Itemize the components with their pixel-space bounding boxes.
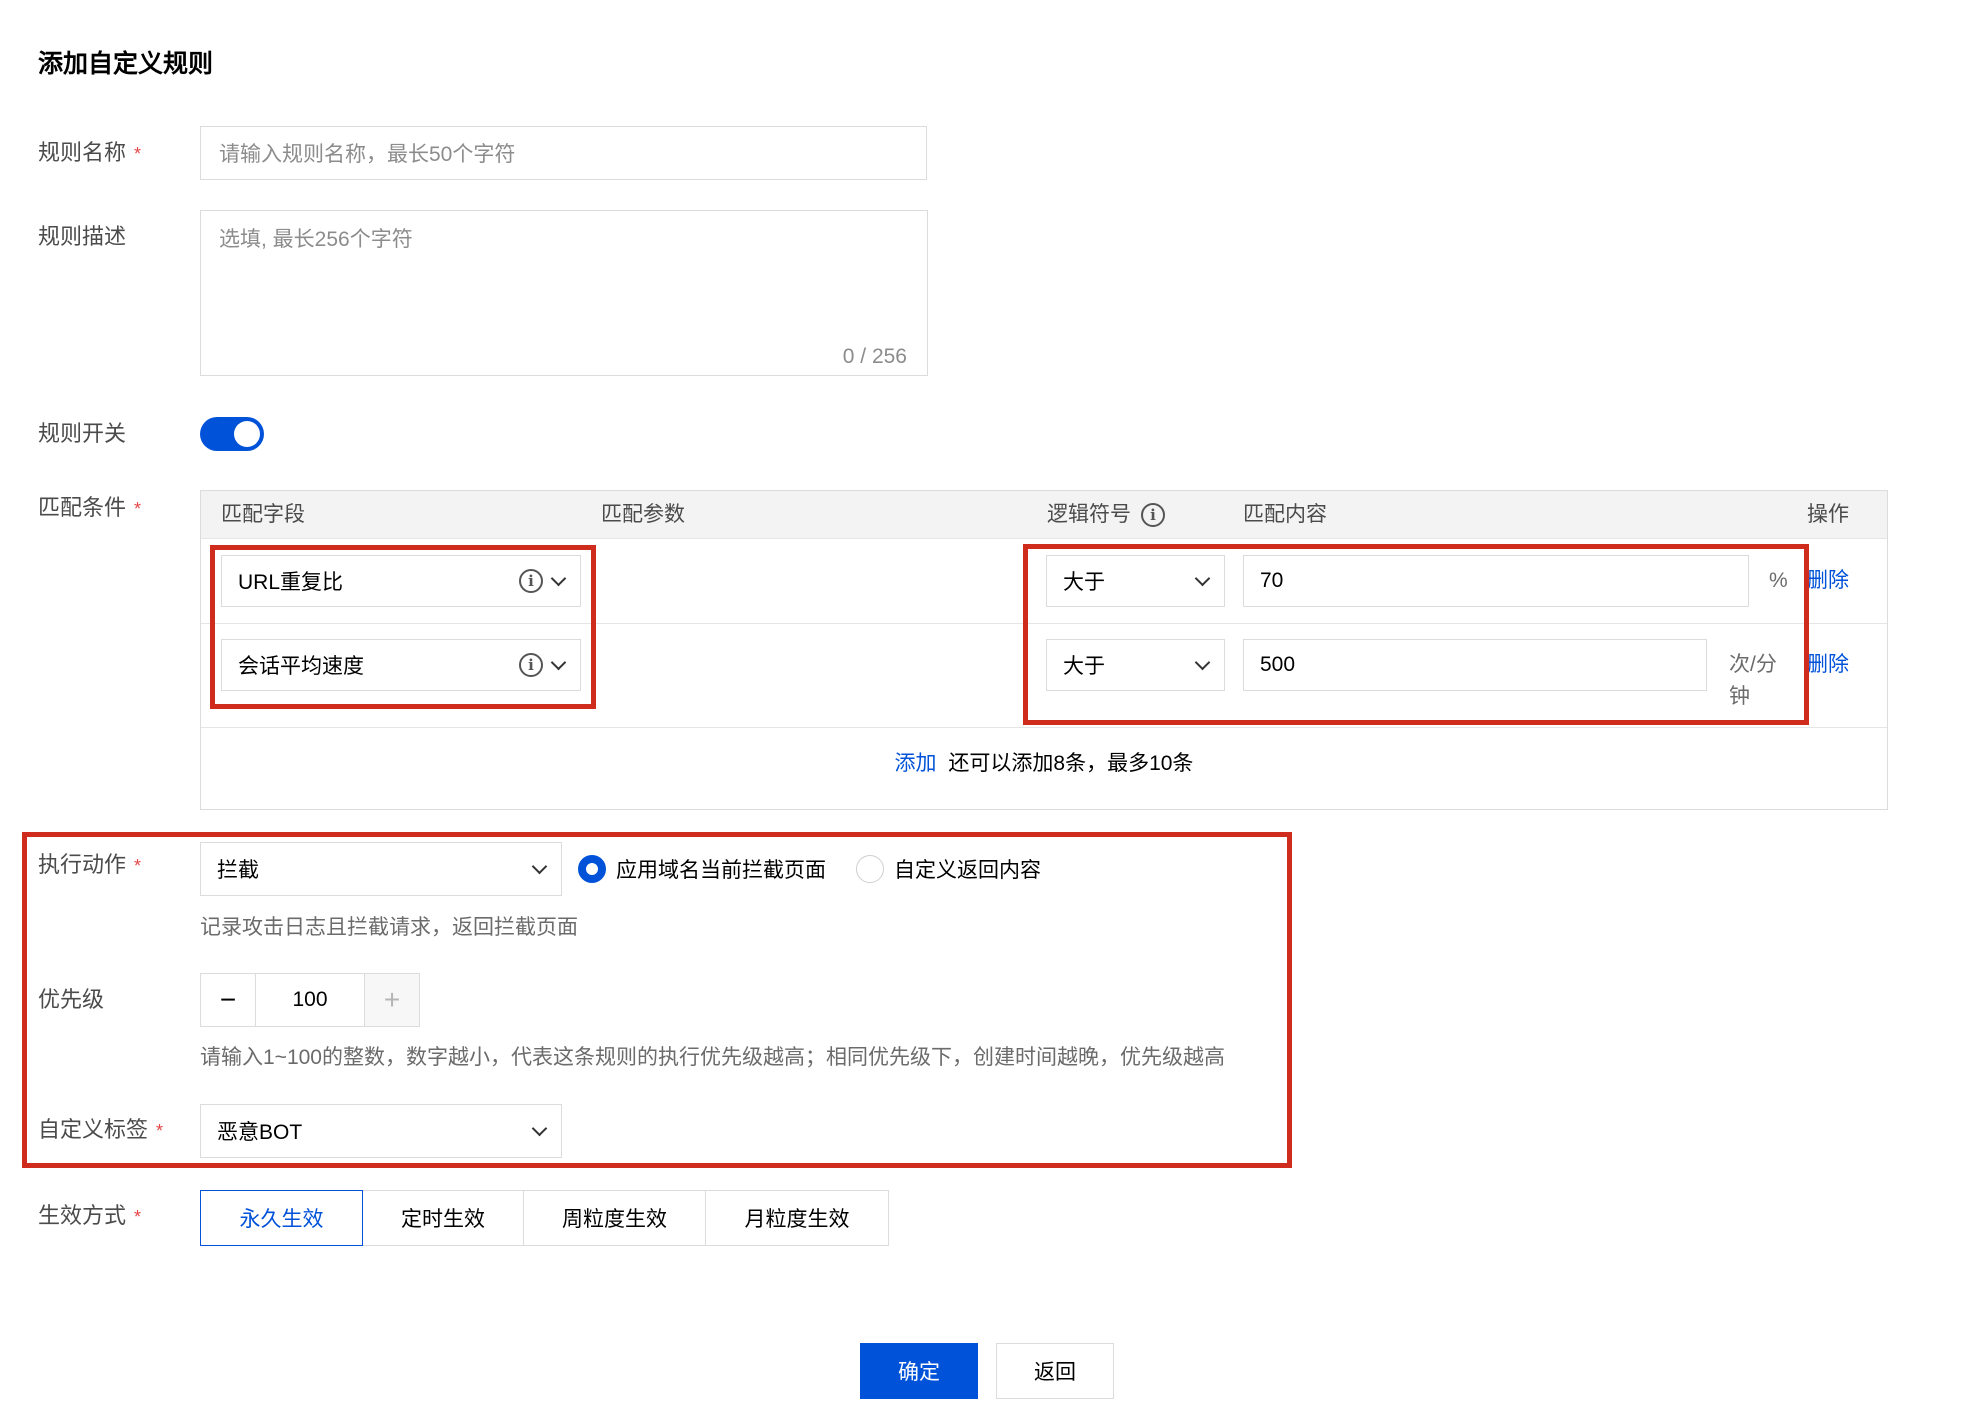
col-action: 操作 <box>1807 503 1849 526</box>
rule-name-label: 规则名称 * <box>38 140 142 165</box>
rule-name-input[interactable]: 请输入规则名称，最长50个字符 <box>200 126 927 180</box>
rule-name-placeholder: 请输入规则名称，最长50个字符 <box>219 143 516 166</box>
rule-desc-placeholder: 选填, 最长256个字符 <box>219 228 413 251</box>
rule-switch-toggle[interactable] <box>200 417 264 451</box>
rule-switch-label: 规则开关 <box>38 421 127 446</box>
tab-weekly[interactable]: 周粒度生效 <box>523 1190 706 1246</box>
info-circle-icon[interactable]: i <box>1141 503 1165 527</box>
required-mark: * <box>134 1207 142 1227</box>
add-condition-link[interactable]: 添加 <box>895 752 937 775</box>
row-divider <box>201 727 1887 728</box>
char-counter: 0 / 256 <box>842 345 907 368</box>
toggle-knob <box>234 421 260 447</box>
highlight-box-action <box>22 832 1292 1168</box>
col-param: 匹配参数 <box>601 503 685 526</box>
highlight-box-conditions <box>1023 544 1809 725</box>
delete-link[interactable]: 删除 <box>1807 565 1849 597</box>
required-mark: * <box>134 499 142 519</box>
highlight-box-fields <box>210 545 596 709</box>
add-row-area: 添加 还可以添加8条，最多10条 <box>201 749 1887 779</box>
back-button[interactable]: 返回 <box>996 1343 1114 1399</box>
tab-permanent[interactable]: 永久生效 <box>200 1190 363 1246</box>
confirm-button[interactable]: 确定 <box>860 1343 978 1399</box>
page-title: 添加自定义规则 <box>38 50 214 78</box>
rule-desc-label: 规则描述 <box>38 224 127 249</box>
col-field: 匹配字段 <box>221 503 305 526</box>
col-operator: 逻辑符号 i <box>1047 491 1165 539</box>
add-hint: 还可以添加8条，最多10条 <box>948 752 1194 775</box>
match-label: 匹配条件 * <box>38 495 142 520</box>
delete-link[interactable]: 删除 <box>1807 649 1849 681</box>
required-mark: * <box>134 144 142 164</box>
tab-scheduled[interactable]: 定时生效 <box>362 1190 524 1246</box>
rule-desc-textarea[interactable]: 选填, 最长256个字符 0 / 256 <box>200 210 928 376</box>
tab-monthly[interactable]: 月粒度生效 <box>705 1190 889 1246</box>
col-content: 匹配内容 <box>1243 503 1327 526</box>
table-header: 匹配字段 匹配参数 逻辑符号 i 匹配内容 操作 <box>201 491 1887 539</box>
effect-mode-label: 生效方式 * <box>38 1203 142 1228</box>
effect-mode-tabs: 永久生效 定时生效 周粒度生效 月粒度生效 <box>200 1190 889 1246</box>
